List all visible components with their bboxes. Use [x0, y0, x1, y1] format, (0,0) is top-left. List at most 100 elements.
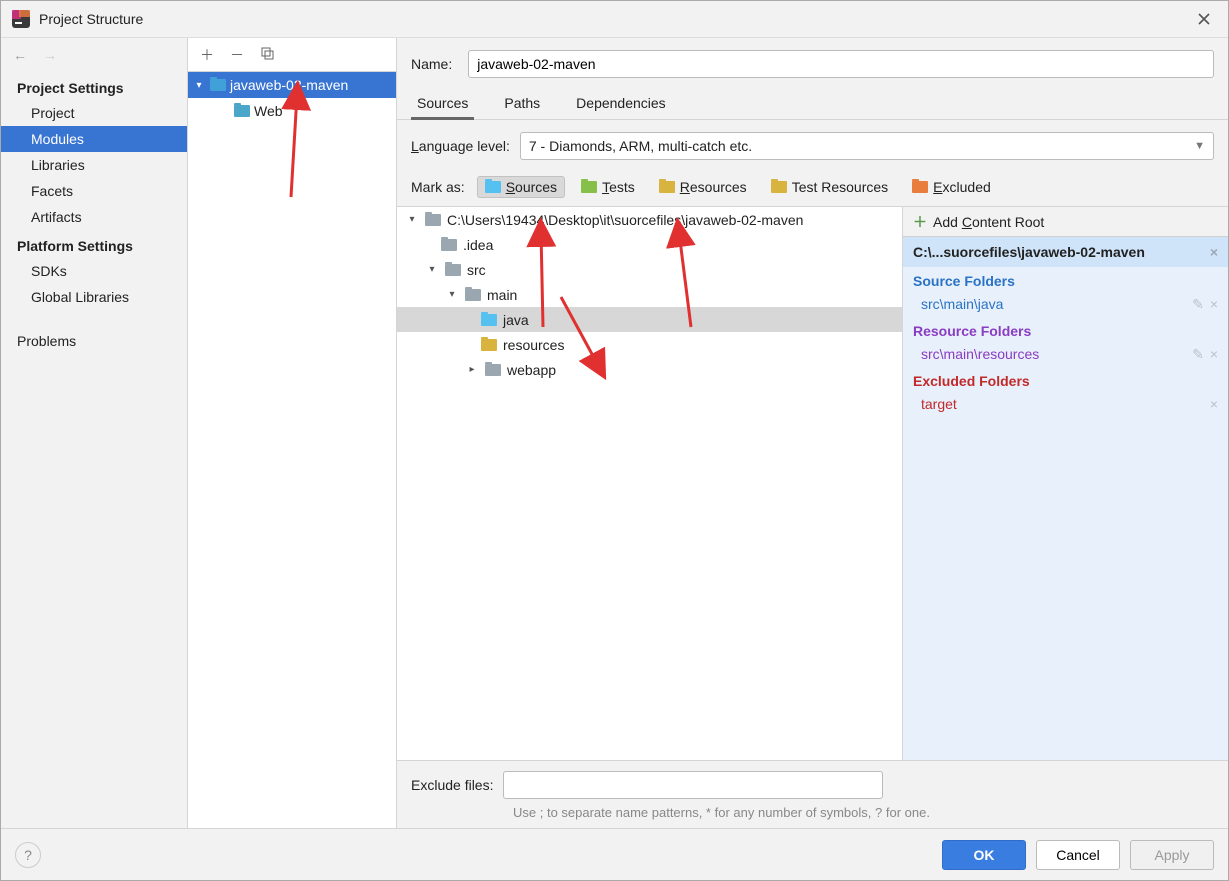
nav-item-project[interactable]: Project: [1, 100, 187, 126]
module-facet-name: Web: [254, 103, 283, 119]
folder-icon: [445, 264, 461, 276]
web-facet-icon: [234, 105, 250, 117]
tree-row-java[interactable]: java: [397, 307, 902, 332]
tree-label: webapp: [507, 362, 556, 378]
source-folders-title: Source Folders: [903, 267, 1228, 291]
main-panel: Name: Sources Paths Dependencies LLangua…: [397, 38, 1228, 828]
tree-label: java: [503, 312, 529, 328]
module-folder-icon: [210, 79, 226, 91]
tree-row-idea[interactable]: .idea: [397, 232, 902, 257]
help-button[interactable]: ?: [15, 842, 41, 868]
nav-item-sdks[interactable]: SDKs: [1, 258, 187, 284]
tree-label: .idea: [463, 237, 493, 253]
nav-forward-icon: →: [41, 47, 59, 63]
resource-folders-title: Resource Folders: [903, 317, 1228, 341]
exclude-files-hint: Use ; to separate name patterns, * for a…: [397, 805, 997, 820]
chevron-down-icon: ▾: [405, 214, 419, 225]
copy-module-icon[interactable]: [260, 46, 274, 63]
language-level-value: 7 - Diamonds, ARM, multi-catch etc.: [529, 138, 1194, 154]
resources-folder-icon: [659, 181, 675, 193]
sources-folder-icon: [485, 181, 501, 193]
tree-row-webapp[interactable]: ▸ webapp: [397, 357, 902, 382]
platform-settings-header: Platform Settings: [1, 230, 187, 258]
add-module-icon[interactable]: ＋: [200, 45, 214, 65]
ok-button[interactable]: OK: [942, 840, 1026, 870]
exclude-files-label: Exclude files:: [411, 777, 493, 793]
chevron-down-icon: ▾: [192, 80, 206, 91]
close-icon[interactable]: [1190, 5, 1218, 33]
nav-item-modules[interactable]: Modules: [1, 126, 187, 152]
sources-folder-icon: [481, 314, 497, 326]
content-root-path[interactable]: C:\...suorcefiles\javaweb-02-maven ×: [903, 237, 1228, 267]
nav-back-icon[interactable]: ←: [11, 47, 29, 63]
window-title: Project Structure: [39, 11, 1190, 27]
module-name: javaweb-02-maven: [230, 77, 348, 93]
folder-icon: [465, 289, 481, 301]
apply-button: Apply: [1130, 840, 1214, 870]
resource-folder-entry[interactable]: src\main\resources ✎ ×: [903, 341, 1228, 367]
cancel-button[interactable]: Cancel: [1036, 840, 1120, 870]
dialog-footer: ? OK Cancel Apply: [1, 828, 1228, 880]
nav-item-artifacts[interactable]: Artifacts: [1, 204, 187, 230]
module-tree-panel: ＋ － ▾ javaweb-02-maven Web: [188, 38, 397, 828]
chevron-down-icon: ▾: [425, 264, 439, 275]
exclude-files-input[interactable]: [503, 771, 883, 799]
language-level-label: LLanguage level:anguage level:: [411, 138, 510, 154]
remove-module-icon[interactable]: －: [230, 45, 244, 65]
tree-row-root[interactable]: ▾ C:\Users\19434\Desktop\it\suorcefiles\…: [397, 207, 902, 232]
titlebar: Project Structure: [1, 1, 1228, 37]
project-settings-header: Project Settings: [1, 72, 187, 100]
chevron-down-icon: ▼: [1194, 140, 1205, 152]
excluded-folders-title: Excluded Folders: [903, 367, 1228, 391]
excluded-folder-icon: [912, 181, 928, 193]
plus-icon: ＋: [913, 212, 927, 232]
language-level-select[interactable]: 7 - Diamonds, ARM, multi-catch etc. ▼: [520, 132, 1214, 160]
module-node-root[interactable]: ▾ javaweb-02-maven: [188, 72, 396, 98]
mark-tests-button[interactable]: TestsTests: [573, 176, 643, 198]
module-node-web[interactable]: Web: [188, 98, 396, 124]
remove-icon[interactable]: ×: [1210, 296, 1218, 312]
tree-row-src[interactable]: ▾ src: [397, 257, 902, 282]
folder-icon: [485, 364, 501, 376]
tab-dependencies[interactable]: Dependencies: [570, 89, 672, 119]
edit-icon[interactable]: ✎: [1192, 346, 1204, 363]
edit-icon[interactable]: ✎: [1192, 296, 1204, 313]
tab-paths[interactable]: Paths: [498, 89, 546, 119]
mark-resources-button[interactable]: ResourcesResources: [651, 176, 755, 198]
source-tree[interactable]: ▾ C:\Users\19434\Desktop\it\suorcefiles\…: [397, 207, 903, 760]
intellij-logo-icon: [11, 9, 31, 29]
tests-folder-icon: [581, 181, 597, 193]
module-tabs: Sources Paths Dependencies: [397, 86, 1228, 120]
content-root-panel: ＋ Add Content RootAdd Content Root C:\..…: [903, 207, 1228, 760]
add-content-root-button[interactable]: ＋ Add Content RootAdd Content Root: [903, 207, 1228, 237]
folder-icon: [441, 239, 457, 251]
name-input[interactable]: [468, 50, 1214, 78]
mark-excluded-button[interactable]: ExcludedExcluded: [904, 176, 999, 198]
tree-label: C:\Users\19434\Desktop\it\suorcefiles\ja…: [447, 212, 803, 228]
remove-icon[interactable]: ×: [1210, 346, 1218, 362]
test-resources-folder-icon: [771, 181, 787, 193]
tree-label: resources: [503, 337, 564, 353]
folder-icon: [425, 214, 441, 226]
tree-label: main: [487, 287, 517, 303]
name-label: Name:: [411, 56, 452, 72]
remove-icon[interactable]: ×: [1210, 396, 1218, 412]
mark-sources-button[interactable]: SourcesSources: [477, 176, 565, 198]
chevron-down-icon: ▾: [445, 289, 459, 300]
remove-root-icon[interactable]: ×: [1210, 244, 1218, 260]
exclude-files-bar: Exclude files: Use ; to separate name pa…: [397, 760, 1228, 828]
excluded-folder-entry[interactable]: target ✎ ×: [903, 391, 1228, 417]
tree-label: src: [467, 262, 486, 278]
mark-test-resources-button[interactable]: Test Resources: [763, 176, 896, 198]
tree-row-resources[interactable]: resources: [397, 332, 902, 357]
nav-item-global-libraries[interactable]: Global Libraries: [1, 284, 187, 310]
left-nav: ← → Project Settings Project Modules Lib…: [1, 38, 188, 828]
nav-item-libraries[interactable]: Libraries: [1, 152, 187, 178]
nav-item-facets[interactable]: Facets: [1, 178, 187, 204]
source-folder-entry[interactable]: src\main\java ✎ ×: [903, 291, 1228, 317]
chevron-right-icon: ▸: [465, 364, 479, 375]
mark-as-label: Mark as:: [411, 179, 465, 195]
tree-row-main[interactable]: ▾ main: [397, 282, 902, 307]
nav-item-problems[interactable]: Problems: [1, 328, 187, 354]
tab-sources[interactable]: Sources: [411, 89, 474, 119]
